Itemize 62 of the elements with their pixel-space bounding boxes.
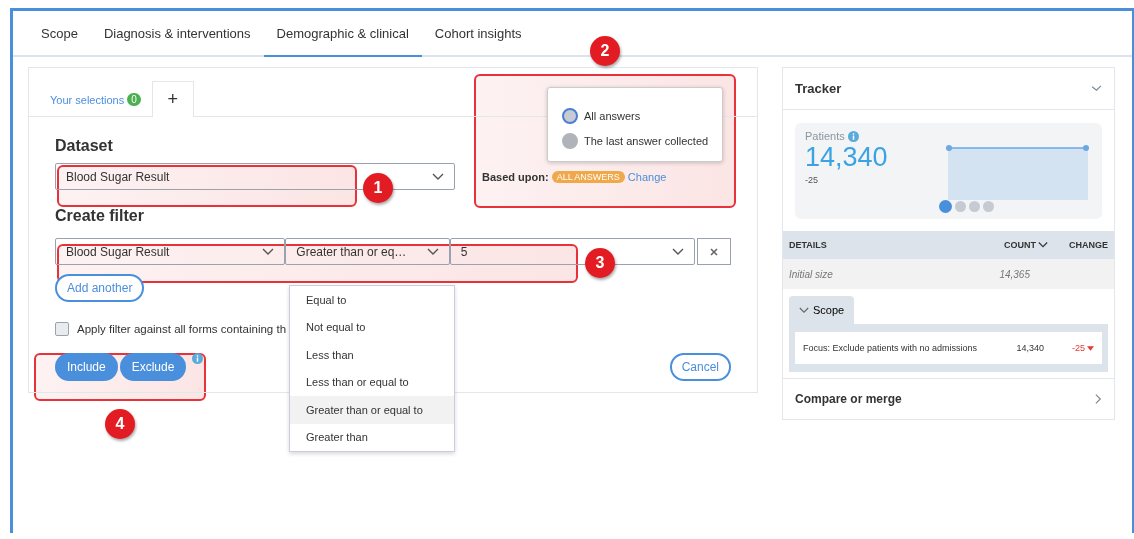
table-cell-text: 14,365 [998, 268, 1031, 280]
table-cell-text: 14,340 [1015, 343, 1044, 353]
count-badge: 0 [127, 93, 141, 106]
chevron-down-icon [672, 247, 685, 256]
stat-value: 14,340 [805, 142, 888, 172]
radio-label: The last answer collected [584, 135, 709, 147]
carousel-dot[interactable] [955, 201, 966, 212]
carousel-dot[interactable] [939, 200, 952, 213]
info-icon [192, 353, 204, 364]
table-cell-text: Focus: Exclude patients with no admissions [803, 343, 979, 353]
checkbox[interactable] [55, 322, 69, 336]
down-triangle-icon [1087, 345, 1094, 351]
selection-tab[interactable]: + [151, 81, 194, 117]
stat-change: -25 [805, 175, 819, 185]
close-icon [710, 247, 719, 256]
column-header[interactable]: COUNT [1004, 240, 1036, 250]
cancel-button[interactable]: Cancel [669, 353, 731, 381]
callout-number: 1 [363, 173, 393, 203]
checkmark-icon [1091, 85, 1102, 92]
carousel-dot[interactable] [983, 201, 994, 212]
section-heading: Dataset [55, 137, 113, 155]
based-upon-label: Based upon: [482, 170, 549, 183]
callout-number: 3 [585, 248, 615, 278]
table-cell-text: Initial size [789, 268, 834, 280]
nav-tab[interactable]: Scope [28, 11, 91, 57]
column-header: CHANGE [1068, 240, 1108, 250]
menu-item[interactable]: Equal to [290, 286, 454, 314]
menu-item[interactable]: Greater than or equal to [290, 396, 454, 424]
radio-button[interactable] [562, 108, 578, 124]
compare-row[interactable]: Compare or merge [783, 378, 1114, 419]
field-dropdown[interactable]: Blood Sugar Result [55, 238, 286, 265]
menu-item[interactable]: Greater than [290, 423, 454, 451]
radio-button[interactable] [562, 133, 578, 149]
stat-label: Patients [805, 130, 845, 142]
chevron-down-icon [262, 247, 275, 256]
remove-button[interactable] [697, 238, 731, 265]
group-tab[interactable]: Scope [789, 296, 855, 324]
chevron-down-icon [799, 306, 809, 314]
menu-item[interactable]: Less than or equal to [290, 368, 454, 396]
nav-tab[interactable]: Demographic & clinical [263, 11, 422, 57]
callout-number: 4 [105, 409, 135, 439]
chevron-down-icon [426, 247, 439, 256]
radio-label: All answers [584, 110, 641, 122]
callout-number: 2 [590, 36, 620, 66]
carousel-dot[interactable] [969, 201, 980, 212]
menu-item[interactable]: Less than [290, 341, 454, 369]
change-value: -25 [1072, 343, 1085, 353]
chevron-down-icon [1038, 241, 1048, 249]
menu-item[interactable]: Not equal to [290, 313, 454, 341]
nav-tab[interactable]: Diagnosis & interventions [90, 11, 264, 57]
chevron-down-icon [432, 172, 444, 181]
panel-title: Tracker [795, 81, 842, 96]
column-header: DETAILS [789, 240, 828, 250]
selection-tab[interactable]: Your selections 0 [39, 81, 152, 117]
add-another-button[interactable]: Add another [55, 274, 145, 302]
section-heading: Create filter [55, 207, 144, 225]
operator-dropdown[interactable]: Greater than or eq… [285, 238, 450, 265]
chevron-right-icon [1095, 393, 1102, 405]
checkbox-label: Apply filter against all forms containing th [77, 323, 287, 335]
info-icon [847, 130, 859, 142]
answers-badge: ALL ANSWERS [551, 170, 625, 183]
nav-tab[interactable]: Cohort insights [421, 11, 535, 57]
